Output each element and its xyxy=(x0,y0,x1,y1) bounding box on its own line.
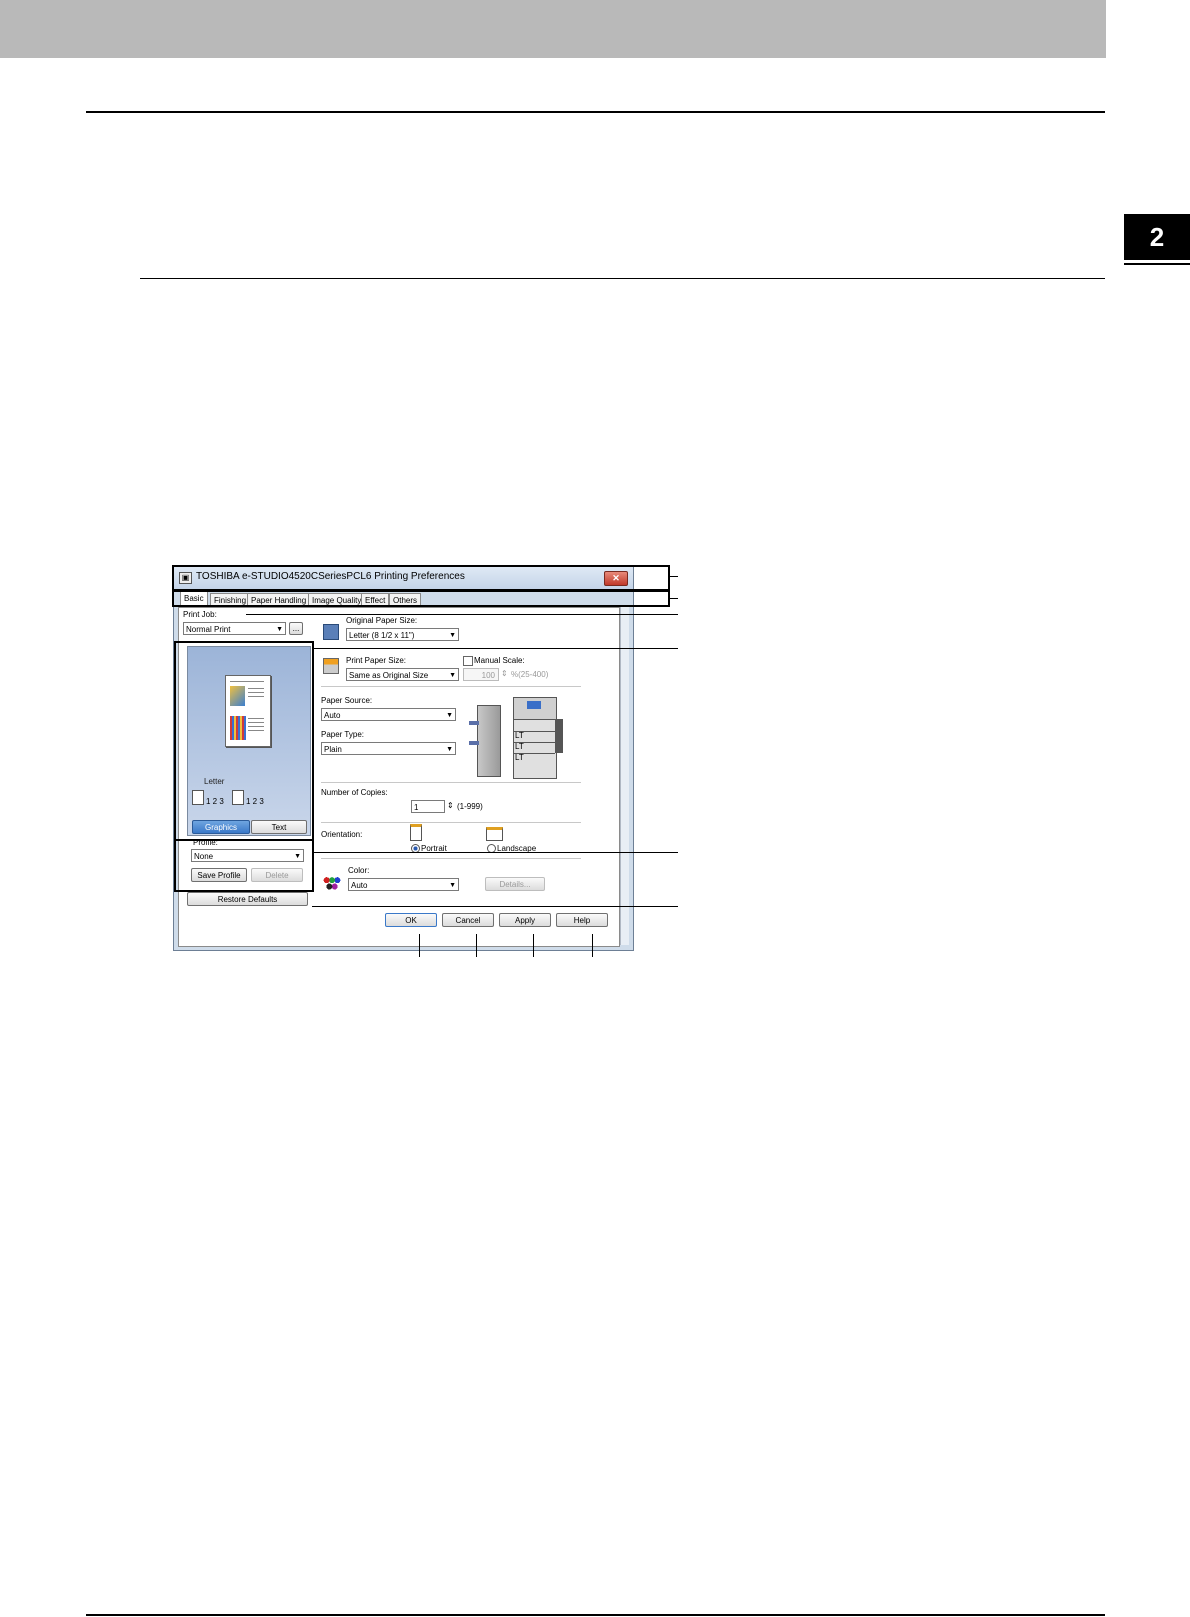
landscape-icon xyxy=(486,827,503,841)
ok-button[interactable]: OK xyxy=(385,913,437,927)
portrait-icon xyxy=(410,824,422,841)
chevron-down-icon: ▼ xyxy=(276,626,283,633)
callout-frame-preview xyxy=(174,641,314,841)
color-details-button[interactable]: Details... xyxy=(485,877,545,891)
callout-line xyxy=(476,934,477,957)
page-header-band xyxy=(0,0,1106,58)
footer-rule xyxy=(86,1614,1105,1616)
callout-line xyxy=(246,614,678,615)
print-job-value: Normal Print xyxy=(186,625,231,634)
original-paper-size-value: Letter (8 1/2 x 11") xyxy=(349,631,415,640)
callout-line xyxy=(314,648,678,649)
separator xyxy=(321,782,581,783)
print-paper-icon xyxy=(323,658,339,674)
callout-line xyxy=(312,906,678,907)
chevron-down-icon: ▼ xyxy=(446,746,453,753)
chevron-down-icon: ▼ xyxy=(449,632,456,639)
original-paper-size-select[interactable]: Letter (8 1/2 x 11") ▼ xyxy=(346,628,459,641)
manual-scale-label: Manual Scale: xyxy=(474,656,525,665)
chevron-down-icon: ▼ xyxy=(449,882,456,889)
original-paper-size-label: Original Paper Size: xyxy=(346,616,418,625)
print-paper-size-label: Print Paper Size: xyxy=(346,656,407,665)
color-select[interactable]: Auto ▼ xyxy=(348,878,459,891)
manual-scale-input[interactable]: 100 xyxy=(463,668,499,681)
spinner-icon[interactable]: ⇕ xyxy=(501,669,508,678)
paper-type-label: Paper Type: xyxy=(321,730,364,739)
separator xyxy=(321,686,581,687)
print-paper-size-value: Same as Original Size xyxy=(349,671,429,680)
callout-line xyxy=(533,934,534,957)
orientation-label: Orientation: xyxy=(321,830,363,839)
callout-line xyxy=(670,576,678,577)
section-rule-top xyxy=(86,111,1105,113)
paper-source-label: Paper Source: xyxy=(321,696,373,705)
tray-label: LT xyxy=(515,731,524,740)
help-button[interactable]: Help xyxy=(556,913,608,927)
callout-line xyxy=(419,934,420,957)
paper-type-value: Plain xyxy=(324,745,342,754)
chevron-down-icon: ▼ xyxy=(446,712,453,719)
callout-frame-titlebar xyxy=(172,565,670,591)
copies-range: (1-999) xyxy=(457,802,483,811)
callout-line xyxy=(670,598,678,599)
callout-line xyxy=(592,934,593,957)
tray-label: LT xyxy=(515,753,524,762)
printer-illustration: LT LT LT xyxy=(469,693,569,779)
manual-scale-checkbox[interactable] xyxy=(463,656,473,666)
separator xyxy=(321,822,581,823)
callout-frame-tabs xyxy=(172,590,670,607)
copies-label: Number of Copies: xyxy=(321,788,388,797)
original-paper-icon xyxy=(323,624,339,640)
scrollbar[interactable] xyxy=(620,607,629,945)
print-paper-size-select[interactable]: Same as Original Size ▼ xyxy=(346,668,459,681)
callout-frame-profile xyxy=(174,839,314,892)
print-job-more-button[interactable]: ... xyxy=(289,622,303,635)
chapter-tab-underline xyxy=(1124,263,1190,265)
paper-source-value: Auto xyxy=(324,711,341,720)
cancel-button[interactable]: Cancel xyxy=(442,913,494,927)
chevron-down-icon: ▼ xyxy=(449,672,456,679)
chapter-number-tab: 2 xyxy=(1124,214,1190,260)
copies-input[interactable]: 1 xyxy=(411,800,445,813)
color-mode-icon xyxy=(323,876,341,890)
callout-line xyxy=(314,852,678,853)
paper-source-select[interactable]: Auto ▼ xyxy=(321,708,456,721)
separator xyxy=(321,858,581,859)
color-value: Auto xyxy=(351,881,368,890)
spinner-icon[interactable]: ⇕ xyxy=(447,801,454,810)
color-label: Color: xyxy=(348,866,370,875)
print-job-select[interactable]: Normal Print ▼ xyxy=(183,622,286,635)
print-job-label: Print Job: xyxy=(183,610,217,619)
paper-type-select[interactable]: Plain ▼ xyxy=(321,742,456,755)
section-rule-middle xyxy=(140,278,1105,279)
manual-scale-range: %(25-400) xyxy=(511,670,549,679)
apply-button[interactable]: Apply xyxy=(499,913,551,927)
restore-defaults-button[interactable]: Restore Defaults xyxy=(187,892,308,906)
tray-label: LT xyxy=(515,742,524,751)
